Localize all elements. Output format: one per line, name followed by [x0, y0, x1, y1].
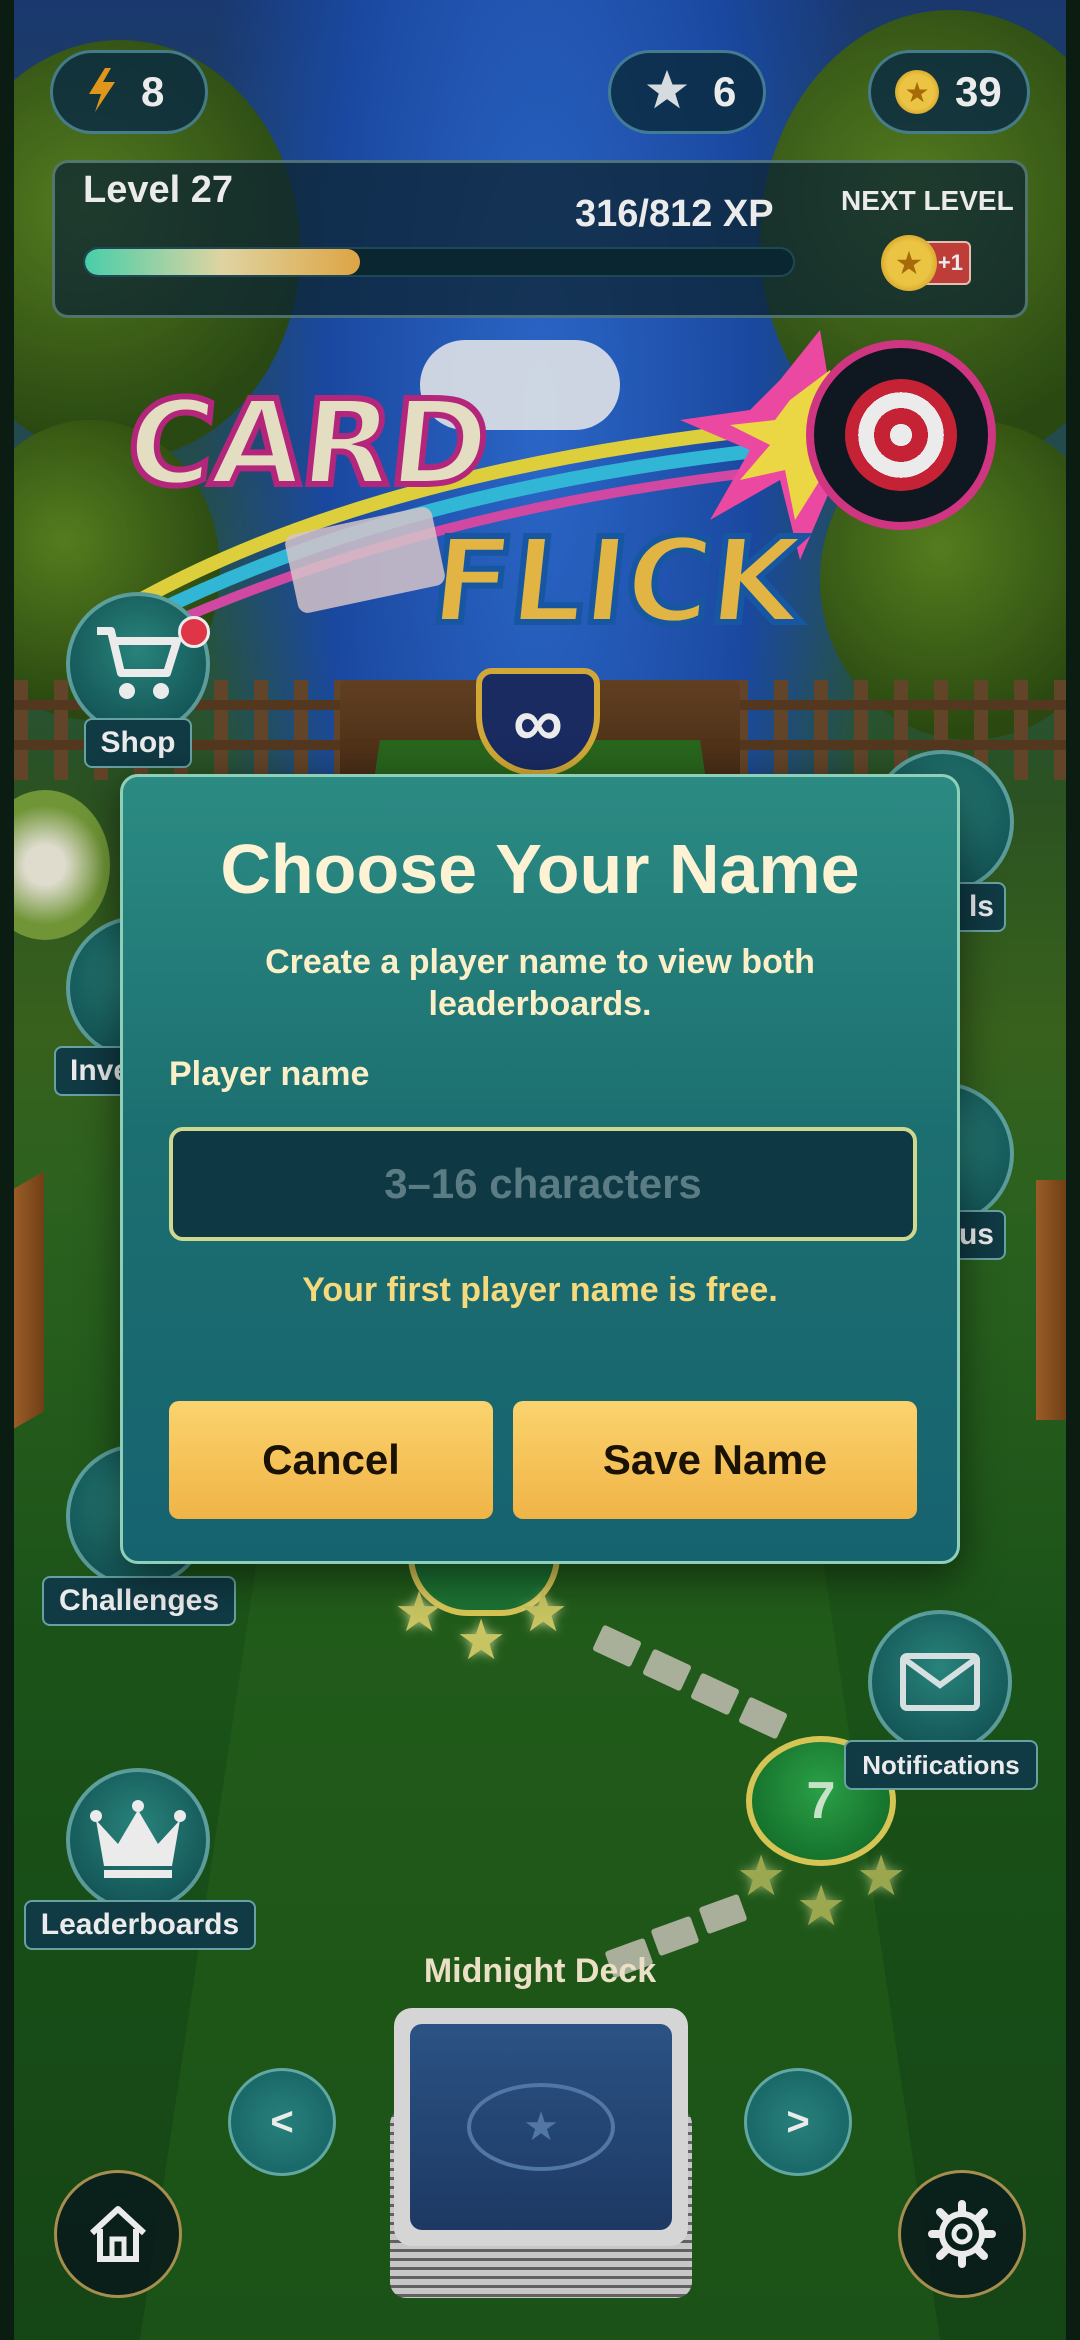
player-name-input[interactable]: [169, 1127, 917, 1241]
dialog-subtitle: Create a player name to view both leader…: [265, 943, 815, 1023]
free-name-note: Your first player name is free.: [302, 1271, 778, 1309]
save-name-button[interactable]: Save Name: [513, 1401, 917, 1519]
player-name-label: Player name: [169, 1055, 370, 1093]
choose-name-dialog: Choose Your Name Create a player name to…: [120, 774, 960, 1564]
cancel-button[interactable]: Cancel: [169, 1401, 493, 1519]
dialog-title: Choose Your Name: [220, 830, 860, 908]
